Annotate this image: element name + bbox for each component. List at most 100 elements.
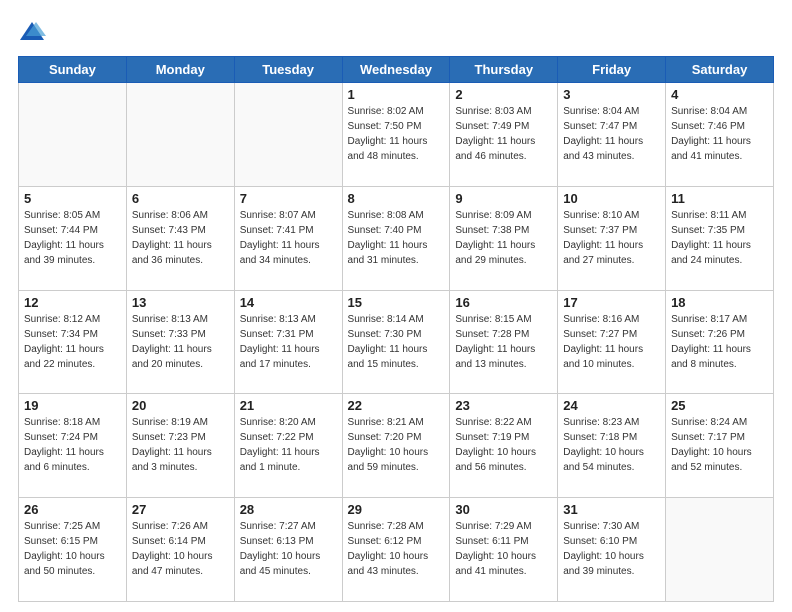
calendar-cell: 3 Sunrise: 8:04 AMSunset: 7:47 PMDaylight… [558, 83, 666, 187]
day-number: 7 [240, 191, 337, 206]
calendar-day-header: Saturday [666, 57, 774, 83]
day-info: Sunrise: 8:02 AMSunset: 7:50 PMDaylight:… [348, 104, 445, 164]
calendar-week-row: 1 Sunrise: 8:02 AMSunset: 7:50 PMDaylight… [19, 83, 774, 187]
calendar-cell: 24 Sunrise: 8:23 AMSunset: 7:18 PMDayligh… [558, 394, 666, 498]
calendar-cell: 28 Sunrise: 7:27 AMSunset: 6:13 PMDayligh… [234, 498, 342, 602]
day-number: 14 [240, 295, 337, 310]
calendar-week-row: 12 Sunrise: 8:12 AMSunset: 7:34 PMDayligh… [19, 290, 774, 394]
day-number: 15 [348, 295, 445, 310]
calendar-cell: 1 Sunrise: 8:02 AMSunset: 7:50 PMDaylight… [342, 83, 450, 187]
day-number: 25 [671, 398, 768, 413]
day-info: Sunrise: 8:08 AMSunset: 7:40 PMDaylight:… [348, 208, 445, 268]
calendar-cell: 21 Sunrise: 8:20 AMSunset: 7:22 PMDayligh… [234, 394, 342, 498]
day-number: 8 [348, 191, 445, 206]
calendar-day-header: Monday [126, 57, 234, 83]
day-number: 26 [24, 502, 121, 517]
day-number: 17 [563, 295, 660, 310]
day-number: 31 [563, 502, 660, 517]
day-number: 5 [24, 191, 121, 206]
calendar-header-row: SundayMondayTuesdayWednesdayThursdayFrid… [19, 57, 774, 83]
day-number: 24 [563, 398, 660, 413]
day-info: Sunrise: 8:05 AMSunset: 7:44 PMDaylight:… [24, 208, 121, 268]
day-info: Sunrise: 8:15 AMSunset: 7:28 PMDaylight:… [455, 312, 552, 372]
day-info: Sunrise: 8:14 AMSunset: 7:30 PMDaylight:… [348, 312, 445, 372]
calendar-cell: 18 Sunrise: 8:17 AMSunset: 7:26 PMDayligh… [666, 290, 774, 394]
day-info: Sunrise: 8:17 AMSunset: 7:26 PMDaylight:… [671, 312, 768, 372]
day-info: Sunrise: 8:24 AMSunset: 7:17 PMDaylight:… [671, 415, 768, 475]
day-info: Sunrise: 8:22 AMSunset: 7:19 PMDaylight:… [455, 415, 552, 475]
calendar-cell: 23 Sunrise: 8:22 AMSunset: 7:19 PMDayligh… [450, 394, 558, 498]
day-info: Sunrise: 7:26 AMSunset: 6:14 PMDaylight:… [132, 519, 229, 579]
calendar-cell: 8 Sunrise: 8:08 AMSunset: 7:40 PMDaylight… [342, 186, 450, 290]
day-number: 1 [348, 87, 445, 102]
day-number: 16 [455, 295, 552, 310]
day-info: Sunrise: 8:12 AMSunset: 7:34 PMDaylight:… [24, 312, 121, 372]
calendar-day-header: Thursday [450, 57, 558, 83]
day-info: Sunrise: 8:13 AMSunset: 7:33 PMDaylight:… [132, 312, 229, 372]
day-info: Sunrise: 8:11 AMSunset: 7:35 PMDaylight:… [671, 208, 768, 268]
day-number: 20 [132, 398, 229, 413]
calendar-cell: 10Sunrise: 8:10 AMSunset: 7:37 PMDayligh… [558, 186, 666, 290]
calendar-table: SundayMondayTuesdayWednesdayThursdayFrid… [18, 56, 774, 602]
day-info: Sunrise: 8:07 AMSunset: 7:41 PMDaylight:… [240, 208, 337, 268]
day-number: 22 [348, 398, 445, 413]
calendar-cell: 9 Sunrise: 8:09 AMSunset: 7:38 PMDaylight… [450, 186, 558, 290]
calendar-cell: 16 Sunrise: 8:15 AMSunset: 7:28 PMDayligh… [450, 290, 558, 394]
calendar-cell [126, 83, 234, 187]
day-info: Sunrise: 8:04 AMSunset: 7:47 PMDaylight:… [563, 104, 660, 164]
calendar-day-header: Sunday [19, 57, 127, 83]
calendar-week-row: 5 Sunrise: 8:05 AMSunset: 7:44 PMDaylight… [19, 186, 774, 290]
day-number: 4 [671, 87, 768, 102]
calendar-cell [234, 83, 342, 187]
day-info: Sunrise: 8:20 AMSunset: 7:22 PMDaylight:… [240, 415, 337, 475]
day-number: 18 [671, 295, 768, 310]
calendar-cell: 6Sunrise: 8:06 AMSunset: 7:43 PMDaylight… [126, 186, 234, 290]
day-number: 29 [348, 502, 445, 517]
day-number: 9 [455, 191, 552, 206]
day-number: 11 [671, 191, 768, 206]
calendar-cell [666, 498, 774, 602]
day-number: 28 [240, 502, 337, 517]
day-info: Sunrise: 8:19 AMSunset: 7:23 PMDaylight:… [132, 415, 229, 475]
calendar-cell: 4 Sunrise: 8:04 AMSunset: 7:46 PMDaylight… [666, 83, 774, 187]
day-number: 12 [24, 295, 121, 310]
day-info: Sunrise: 8:04 AMSunset: 7:46 PMDaylight:… [671, 104, 768, 164]
header [18, 18, 774, 46]
day-info: Sunrise: 8:21 AMSunset: 7:20 PMDaylight:… [348, 415, 445, 475]
day-number: 13 [132, 295, 229, 310]
calendar-week-row: 26Sunrise: 7:25 AMSunset: 6:15 PMDayligh… [19, 498, 774, 602]
calendar-cell: 13 Sunrise: 8:13 AMSunset: 7:33 PMDayligh… [126, 290, 234, 394]
calendar-cell: 15 Sunrise: 8:14 AMSunset: 7:30 PMDayligh… [342, 290, 450, 394]
calendar-day-header: Friday [558, 57, 666, 83]
day-number: 2 [455, 87, 552, 102]
day-info: Sunrise: 7:27 AMSunset: 6:13 PMDaylight:… [240, 519, 337, 579]
calendar-cell: 7 Sunrise: 8:07 AMSunset: 7:41 PMDaylight… [234, 186, 342, 290]
calendar-cell: 30 Sunrise: 7:29 AMSunset: 6:11 PMDayligh… [450, 498, 558, 602]
day-number: 30 [455, 502, 552, 517]
day-info: Sunrise: 7:29 AMSunset: 6:11 PMDaylight:… [455, 519, 552, 579]
calendar-day-header: Tuesday [234, 57, 342, 83]
calendar-cell: 11 Sunrise: 8:11 AMSunset: 7:35 PMDayligh… [666, 186, 774, 290]
day-number: 3 [563, 87, 660, 102]
day-info: Sunrise: 8:03 AMSunset: 7:49 PMDaylight:… [455, 104, 552, 164]
day-number: 27 [132, 502, 229, 517]
calendar-cell: 17Sunrise: 8:16 AMSunset: 7:27 PMDayligh… [558, 290, 666, 394]
day-info: Sunrise: 8:06 AMSunset: 7:43 PMDaylight:… [132, 208, 229, 268]
day-number: 21 [240, 398, 337, 413]
calendar-page: SundayMondayTuesdayWednesdayThursdayFrid… [0, 0, 792, 612]
calendar-cell: 25 Sunrise: 8:24 AMSunset: 7:17 PMDayligh… [666, 394, 774, 498]
calendar-cell: 29 Sunrise: 7:28 AMSunset: 6:12 PMDayligh… [342, 498, 450, 602]
calendar-cell: 26Sunrise: 7:25 AMSunset: 6:15 PMDayligh… [19, 498, 127, 602]
logo-icon [18, 18, 46, 46]
day-number: 19 [24, 398, 121, 413]
calendar-cell: 20 Sunrise: 8:19 AMSunset: 7:23 PMDayligh… [126, 394, 234, 498]
day-number: 23 [455, 398, 552, 413]
day-info: Sunrise: 8:18 AMSunset: 7:24 PMDaylight:… [24, 415, 121, 475]
calendar-cell [19, 83, 127, 187]
day-info: Sunrise: 8:09 AMSunset: 7:38 PMDaylight:… [455, 208, 552, 268]
calendar-cell: 31 Sunrise: 7:30 AMSunset: 6:10 PMDayligh… [558, 498, 666, 602]
day-info: Sunrise: 7:30 AMSunset: 6:10 PMDaylight:… [563, 519, 660, 579]
calendar-cell: 27 Sunrise: 7:26 AMSunset: 6:14 PMDayligh… [126, 498, 234, 602]
day-info: Sunrise: 7:28 AMSunset: 6:12 PMDaylight:… [348, 519, 445, 579]
day-info: Sunrise: 8:23 AMSunset: 7:18 PMDaylight:… [563, 415, 660, 475]
